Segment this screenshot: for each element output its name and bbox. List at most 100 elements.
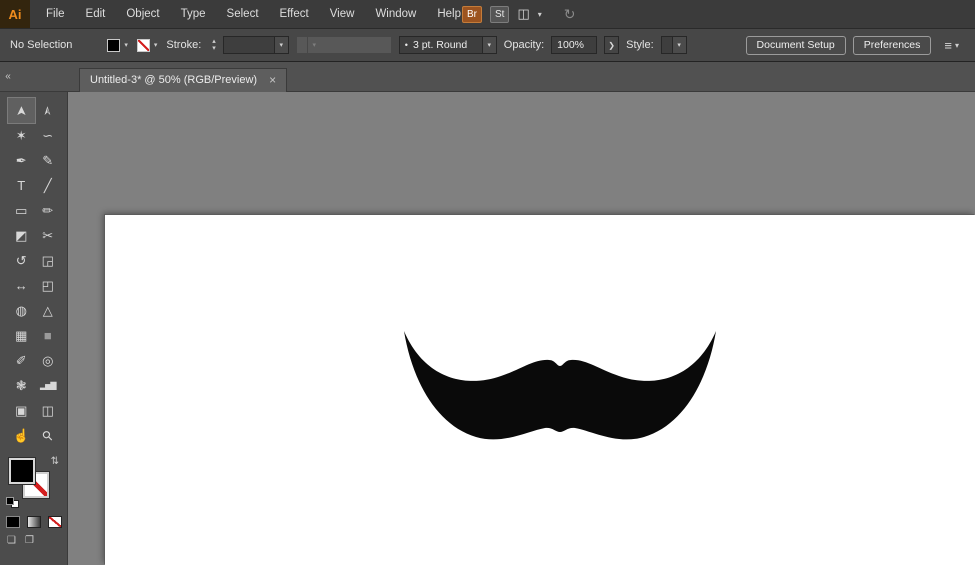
close-icon[interactable]: × — [269, 73, 276, 87]
selection-status: No Selection — [10, 39, 72, 51]
menu-type[interactable]: Type — [181, 8, 206, 20]
menu-view[interactable]: View — [330, 8, 355, 20]
color-mode-row — [0, 510, 67, 528]
zoom-tool-icon: ⚲ — [39, 426, 57, 444]
app-bar-right: Br St ◫ ▾ ↻ — [462, 0, 576, 28]
align-options[interactable]: ≡ ▾ — [944, 38, 959, 53]
stroke-weight-stepper[interactable]: ▴ ▾ — [212, 38, 216, 52]
gradient-tool[interactable]: ■ — [35, 323, 62, 348]
mustache-shape[interactable] — [403, 328, 717, 443]
stroke-weight-value — [224, 37, 274, 53]
shape-builder-tool[interactable]: ◍ — [8, 298, 35, 323]
menu-help[interactable]: Help — [437, 8, 461, 20]
magic-wand-tool[interactable]: ✶ — [8, 123, 35, 148]
menu-select[interactable]: Select — [227, 8, 259, 20]
arrange-documents-icon[interactable]: ◫ — [517, 6, 529, 22]
perspective-grid-tool[interactable]: △ — [35, 298, 62, 323]
document-tab[interactable]: Untitled-3* @ 50% (RGB/Preview) × — [79, 68, 287, 92]
draw-normal-icon[interactable]: ❏ — [7, 535, 16, 546]
color-button[interactable] — [6, 516, 20, 528]
brush-preview-icon: • — [405, 40, 408, 50]
scissors-tool[interactable]: ✂ — [35, 223, 62, 248]
menu-effect[interactable]: Effect — [280, 8, 309, 20]
fill-swatch-icon[interactable] — [107, 39, 120, 52]
selection-tool-icon: ➤ — [13, 105, 29, 116]
bridge-button[interactable]: Br — [462, 6, 482, 23]
eraser-tool[interactable]: ◩ — [8, 223, 35, 248]
pen-tool[interactable]: ✒ — [8, 148, 35, 173]
hand-tool[interactable]: ☝ — [8, 423, 35, 448]
app-logo[interactable]: Ai — [0, 0, 30, 28]
chevron-down-icon[interactable]: ▾ — [122, 39, 130, 51]
tools-panel: ➤ ➣ ✶ ∽ ✒ ✎ T ╱ ▭ ✏ ◩ ✂ ↺ ◲ ↔ ◰ ◍ △ ▦ ■ — [0, 92, 68, 565]
stepper-up-icon[interactable]: ▴ — [212, 38, 216, 45]
document-setup-button[interactable]: Document Setup — [746, 36, 846, 55]
none-button[interactable] — [48, 516, 62, 528]
chevron-down-icon[interactable]: ▾ — [274, 37, 288, 53]
menu-object[interactable]: Object — [126, 8, 159, 20]
type-tool[interactable]: T — [8, 173, 35, 198]
line-segment-tool[interactable]: ╱ — [35, 173, 62, 198]
style-combo[interactable]: ▾ — [661, 36, 687, 54]
blend-tool[interactable]: ◎ — [35, 348, 62, 373]
chevron-down-icon[interactable]: ▾ — [955, 41, 959, 50]
slice-tool[interactable]: ◫ — [35, 398, 62, 423]
menu-edit[interactable]: Edit — [86, 8, 106, 20]
lasso-tool[interactable]: ∽ — [35, 123, 62, 148]
menu-file[interactable]: File — [46, 8, 65, 20]
rectangle-tool[interactable]: ▭ — [8, 198, 35, 223]
main-area: ➤ ➣ ✶ ∽ ✒ ✎ T ╱ ▭ ✏ ◩ ✂ ↺ ◲ ↔ ◰ ◍ △ ▦ ■ — [0, 92, 975, 565]
symbol-sprayer-tool[interactable]: ❃ — [8, 373, 35, 398]
width-tool[interactable]: ↔ — [8, 273, 35, 298]
default-fill-chip — [6, 497, 14, 505]
selection-tool[interactable]: ➤ — [8, 98, 35, 123]
fill-swatch[interactable] — [9, 458, 35, 484]
chevron-down-icon[interactable]: ▾ — [672, 37, 686, 53]
canvas-area[interactable] — [68, 92, 975, 565]
fill-color-control[interactable]: ▾ — [107, 39, 130, 52]
direct-selection-tool[interactable]: ➣ — [35, 98, 62, 123]
align-icon[interactable]: ≡ — [944, 38, 952, 53]
artboard[interactable] — [105, 215, 975, 565]
fill-stroke-indicator: ⇅ — [4, 456, 63, 510]
style-value — [662, 37, 672, 53]
illustrator-window: Ai File Edit Object Type Select Effect V… — [0, 0, 975, 565]
chevron-down-icon: ▾ — [307, 37, 321, 53]
chevron-down-icon[interactable]: ▾ — [482, 37, 496, 53]
pencil-tool[interactable]: ✏ — [35, 198, 62, 223]
opacity-flyout-button[interactable]: ❯ — [604, 36, 619, 54]
style-label: Style: — [626, 39, 654, 51]
brush-name: 3 pt. Round — [413, 39, 467, 51]
stroke-none-swatch-icon[interactable] — [137, 39, 150, 52]
brush-definition-combo[interactable]: • 3 pt. Round ▾ — [399, 36, 497, 54]
stroke-weight-combo[interactable]: ▾ — [223, 36, 289, 54]
rotate-tool[interactable]: ↺ — [8, 248, 35, 273]
tools-grid: ➤ ➣ ✶ ∽ ✒ ✎ T ╱ ▭ ✏ ◩ ✂ ↺ ◲ ↔ ◰ ◍ △ ▦ ■ — [0, 92, 67, 448]
sync-icon: ↻ — [564, 6, 576, 23]
stock-button[interactable]: St — [490, 6, 509, 23]
mesh-tool[interactable]: ▦ — [8, 323, 35, 348]
preferences-button[interactable]: Preferences — [853, 36, 932, 55]
paintbrush-tool[interactable]: ✎ — [35, 148, 62, 173]
column-graph-tool[interactable]: ▂▅▇ — [35, 373, 62, 398]
brush-definition-value: • 3 pt. Round — [400, 37, 482, 53]
document-tab-title: Untitled-3* @ 50% (RGB/Preview) — [90, 74, 257, 86]
scale-tool[interactable]: ◲ — [35, 248, 62, 273]
artboard-tool[interactable]: ▣ — [8, 398, 35, 423]
stroke-color-control[interactable]: ▾ — [137, 39, 160, 52]
drawing-mode-row: ❏ ❐ — [0, 528, 67, 546]
gradient-button[interactable] — [27, 516, 41, 528]
stepper-down-icon[interactable]: ▾ — [212, 45, 216, 52]
chevron-down-icon[interactable]: ▾ — [538, 10, 542, 19]
eyedropper-tool[interactable]: ✐ — [8, 348, 35, 373]
menu-window[interactable]: Window — [375, 8, 416, 20]
collapse-panel-button[interactable]: « — [0, 71, 16, 82]
draw-behind-icon[interactable]: ❐ — [25, 535, 34, 546]
zoom-tool[interactable]: ⚲ — [35, 423, 62, 448]
chevron-down-icon[interactable]: ▾ — [152, 39, 160, 51]
swap-fill-stroke-icon[interactable]: ⇅ — [51, 456, 59, 467]
opacity-input[interactable]: 100% — [551, 36, 597, 54]
default-fill-stroke-icon[interactable] — [6, 497, 19, 508]
free-transform-tool[interactable]: ◰ — [35, 273, 62, 298]
variable-width-value — [297, 37, 307, 53]
